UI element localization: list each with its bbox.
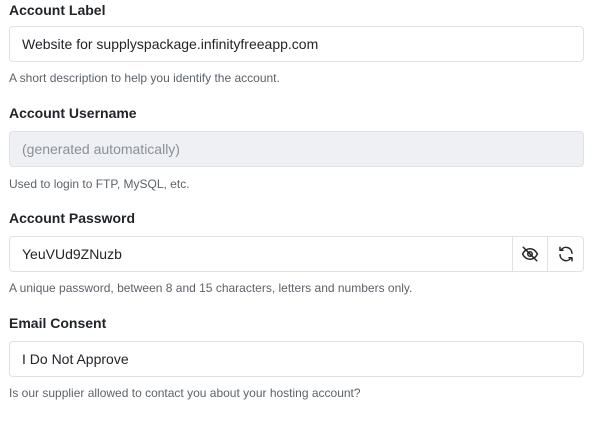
account-form: Account Label Website for supplyspackage… — [0, 0, 600, 430]
account-label-help: A short description to help you identify… — [9, 71, 280, 85]
email-consent-select[interactable]: I Do Not Approve — [9, 341, 584, 377]
toggle-password-button[interactable] — [512, 236, 548, 272]
account-username-input: (generated automatically) — [9, 131, 584, 167]
regenerate-password-button[interactable] — [548, 236, 584, 272]
account-password-help: A unique password, between 8 and 15 char… — [9, 281, 413, 295]
account-label-group: Account Label Website for supplyspackage… — [9, 0, 584, 86]
account-password-input[interactable]: YeuVUd9ZNuzb — [9, 236, 513, 272]
account-password-title: Account Password — [9, 210, 136, 226]
eye-slash-icon — [521, 246, 539, 262]
account-password-group: Account Password YeuVUd9ZNuzb A unique p… — [9, 208, 584, 296]
refresh-icon — [558, 246, 573, 262]
account-username-help: Used to login to FTP, MySQL, etc. — [9, 177, 190, 191]
account-username-group: Account Username (generated automaticall… — [9, 103, 584, 192]
account-label-title: Account Label — [9, 2, 106, 18]
account-label-input[interactable]: Website for supplyspackage.infinityfreea… — [9, 26, 584, 62]
email-consent-group: Email Consent I Do Not Approve Is our su… — [9, 313, 584, 401]
account-username-title: Account Username — [9, 105, 137, 121]
email-consent-help: Is our supplier allowed to contact you a… — [9, 386, 361, 400]
password-input-group: YeuVUd9ZNuzb — [9, 236, 584, 272]
email-consent-title: Email Consent — [9, 315, 107, 331]
